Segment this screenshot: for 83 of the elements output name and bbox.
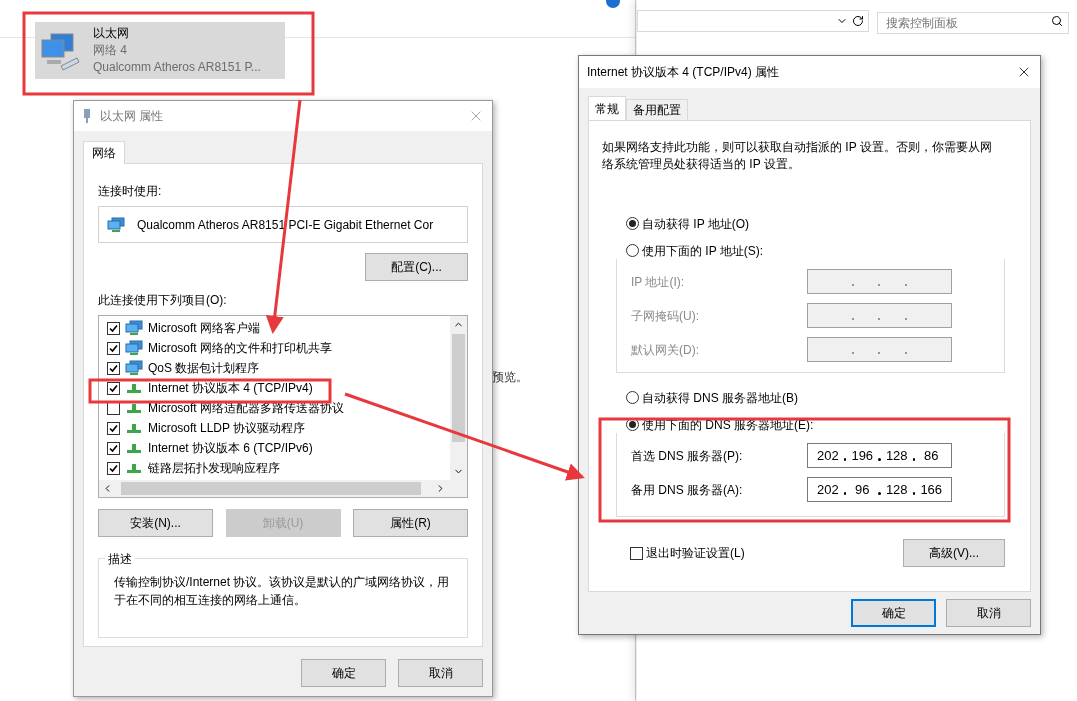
tab[interactable]: 常规 [588,96,626,120]
description-text: 传输控制协议/Internet 协议。该协议是默认的广域网络协议，用于在不同的相互连接的网络上通信。 [114,574,451,609]
list-item[interactable]: Microsoft 网络客户端 [107,318,450,338]
dialog-button[interactable]: 取消 [398,659,483,687]
radio-label: 自动获得 IP 地址(O) [642,215,750,233]
protocol-icon [127,463,141,473]
radio-button[interactable] [626,217,639,230]
window-title: Internet 协议版本 4 (TCP/IPv4) 属性 [587,64,781,81]
checkbox[interactable] [107,441,120,455]
dialog-button[interactable]: 属性(R) [353,509,468,537]
search-icon [1051,15,1063,27]
protocol-icon [127,403,141,413]
computer-network-icon [125,320,143,336]
dialog-button[interactable]: 配置(C)... [365,253,468,281]
field-label: 子网掩码(U): [631,307,699,325]
radio-label: 自动获得 DNS 服务器地址(B) [642,389,798,407]
adapter-name: Qualcomm Atheros AR8151 PCI-E Gigabit Ethernet Cor [137,216,434,234]
octet-text: 96 [854,480,871,499]
list-item[interactable]: QoS 数据包计划程序 [107,358,450,378]
radio-button[interactable] [626,391,639,404]
dialog-button[interactable]: 安装(N)... [98,509,213,537]
checkbox[interactable] [107,321,120,335]
checkbox[interactable] [630,546,643,560]
radio-button[interactable] [626,244,639,257]
octet-text: 196 [850,446,875,465]
adapter-device: Qualcomm Atheros AR8151 P... [93,59,261,76]
computer-network-icon [107,216,125,233]
octet-text: 202 [816,480,840,499]
dialog-button[interactable]: 高级(V)... [903,539,1005,567]
protocol-icon [127,443,141,453]
checkbox[interactable] [107,461,120,475]
field-label: 默认网关(D): [631,341,699,359]
tab[interactable]: 备用配置 [626,99,688,120]
list-item[interactable]: 链路层拓扑发现响应程序 [107,458,450,478]
adapter-plug-icon [82,108,92,124]
field-label: 此连接使用下列项目(O): [98,292,228,309]
ip-address-field[interactable]: 202 196 128 86 [807,443,952,468]
field-label: IP 地址(I): [631,273,685,291]
dialog-button[interactable]: 确定 [301,659,386,687]
item-label: Microsoft LLDP 协议驱动程序 [148,420,306,437]
field-label: 备用 DNS 服务器(A): [631,481,743,499]
octet-text: 166 [919,480,943,499]
item-label: Microsoft 网络的文件和打印机共享 [148,340,332,357]
group-label: 描述 [105,550,135,568]
item-label: 链路层拓扑发现响应程序 [148,460,280,477]
checkbox[interactable] [107,341,120,355]
radio-label: 使用下面的 DNS 服务器地址(E): [642,416,814,434]
dialog-button[interactable]: 取消 [946,599,1031,627]
tab[interactable]: 网络 [83,141,125,164]
search-field[interactable]: 搜索控制面板 [877,12,1069,34]
checkbox[interactable] [107,421,120,435]
item-label: Internet 协议版本 4 (TCP/IPv4) [148,380,313,397]
computer-network-icon [125,340,143,356]
item-label: Internet 协议版本 6 (TCP/IPv6) [148,440,313,457]
protocol-icon [127,383,141,393]
adapter-tile[interactable]: 以太网 网络 4 Qualcomm Atheros AR8151 P... [35,22,285,79]
item-label: Microsoft 网络客户端 [148,320,260,337]
horizontal-scrollbar[interactable] [99,480,467,497]
octet-text: 128 [884,480,909,499]
list-item[interactable]: Microsoft LLDP 协议驱动程序 [107,418,450,438]
item-label: QoS 数据包计划程序 [148,360,260,377]
checkbox[interactable] [107,361,120,375]
list-item[interactable]: Internet 协议版本 6 (TCP/IPv6) [107,438,450,458]
checkbox-label: 退出时验证设置(L) [646,545,745,562]
octet-text: 128 [884,446,909,465]
ip-address-field[interactable]: 202 96 128 166 [807,477,952,502]
refresh-icon[interactable] [852,15,864,27]
adapter-name: 以太网 [93,25,130,42]
radio-label: 使用下面的 IP 地址(S): [642,242,764,260]
octet-text: 86 [923,446,940,465]
vertical-scrollbar[interactable] [450,316,467,480]
field-label: 首选 DNS 服务器(P): [631,447,743,465]
field-label: 连接时使用: [98,183,163,200]
octet-text: 202 [816,446,840,465]
info-text: 如果网络支持此功能，则可以获取自动指派的 IP 设置。否则，你需要从网络系统管理员处获得适当的 IP 设置。 [602,139,993,173]
protocol-icon [127,423,141,433]
computer-network-icon [125,360,143,376]
list-item[interactable]: Internet 协议版本 4 (TCP/IPv4) [107,378,450,398]
preview-text: 预览。 [492,370,528,384]
window-title: 以太网 属性 [100,108,165,125]
list-item[interactable]: Microsoft 网络的文件和打印机共享 [107,338,450,358]
adapter-network: 网络 4 [93,42,128,59]
dialog-button[interactable]: 确定 [851,599,936,627]
